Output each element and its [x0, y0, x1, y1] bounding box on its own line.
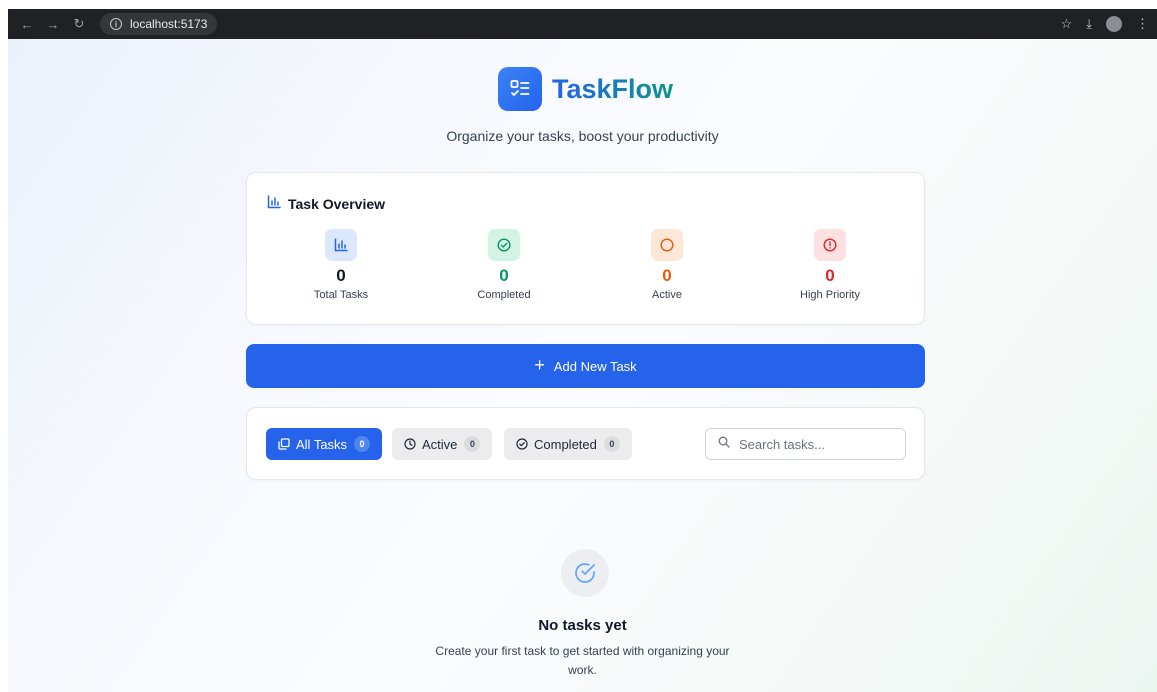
- tab-all-tasks[interactable]: All Tasks 0: [266, 428, 383, 460]
- stat-value: 0: [662, 266, 672, 285]
- stat-label: Completed: [477, 289, 531, 301]
- brand-header: TaskFlow: [498, 67, 673, 111]
- overview-heading: Task Overview: [267, 195, 385, 212]
- forward-arrow-icon[interactable]: →: [42, 13, 64, 35]
- empty-state-check-icon: [561, 549, 609, 597]
- stat-value: 0: [336, 266, 346, 285]
- empty-state-text: Create your first task to get started wi…: [435, 644, 730, 677]
- stat-value: 0: [825, 266, 835, 285]
- stat-total-tasks: 0 Total Tasks: [271, 229, 411, 301]
- stat-active: 0 Active: [597, 229, 737, 301]
- search-icon: [718, 435, 730, 453]
- tab-active[interactable]: Active 0: [392, 428, 493, 460]
- bar-chart-icon: [325, 229, 357, 261]
- empty-state-title: No tasks yet: [538, 617, 627, 634]
- taskflow-logo-icon: [498, 67, 542, 111]
- profile-icon[interactable]: [1106, 16, 1122, 32]
- app-tagline: Organize your tasks, boost your producti…: [446, 128, 719, 144]
- address-bar[interactable]: i localhost:5173: [100, 13, 218, 35]
- task-overview-card: Task Overview 0 Total Tasks 0 Completed: [246, 172, 925, 325]
- bar-chart-icon: [267, 195, 281, 212]
- clock-icon: [404, 438, 416, 450]
- app-page: TaskFlow Organize your tasks, boost your…: [8, 39, 1157, 692]
- layers-icon: [278, 438, 290, 450]
- plus-icon: +: [534, 355, 545, 375]
- app-title: TaskFlow: [552, 73, 674, 104]
- menu-icon[interactable]: ⋮: [1136, 16, 1149, 32]
- check-circle-icon: [516, 438, 528, 450]
- browser-toolbar: ← → ↻ i localhost:5173 ☆ ⤓ ⋮: [8, 9, 1157, 39]
- star-icon[interactable]: ☆: [1061, 16, 1073, 32]
- stat-label: Active: [652, 289, 682, 301]
- tab-completed[interactable]: Completed 0: [504, 428, 632, 460]
- tab-label: Completed: [534, 436, 597, 452]
- filter-bar: All Tasks 0 Active 0 Completed 0: [246, 407, 925, 480]
- tab-label: Active: [422, 436, 458, 452]
- stat-label: Total Tasks: [313, 289, 369, 301]
- download-icon[interactable]: ⤓: [1086, 16, 1092, 32]
- back-arrow-icon[interactable]: ←: [16, 13, 38, 35]
- alert-circle-icon: [814, 229, 846, 261]
- check-circle-icon: [488, 229, 520, 261]
- overview-title: Task Overview: [288, 195, 386, 212]
- add-task-label: Add New Task: [553, 358, 637, 374]
- tab-count-badge: 0: [464, 436, 481, 452]
- search-input[interactable]: [739, 436, 889, 452]
- stat-high-priority: 0 High Priority: [760, 229, 900, 301]
- tab-count-badge: 0: [603, 436, 620, 452]
- tab-count-badge: 0: [354, 436, 371, 452]
- add-new-task-button[interactable]: + Add New Task: [246, 344, 925, 388]
- stat-value: 0: [499, 266, 509, 285]
- stat-completed: 0 Completed: [434, 229, 574, 301]
- info-icon[interactable]: i: [110, 18, 122, 30]
- reload-icon[interactable]: ↻: [68, 13, 90, 35]
- url-text: localhost:5173: [130, 17, 208, 31]
- stat-label: High Priority: [800, 289, 860, 301]
- circle-icon: [651, 229, 683, 261]
- search-box[interactable]: [705, 428, 906, 460]
- tab-label: All Tasks: [296, 436, 348, 452]
